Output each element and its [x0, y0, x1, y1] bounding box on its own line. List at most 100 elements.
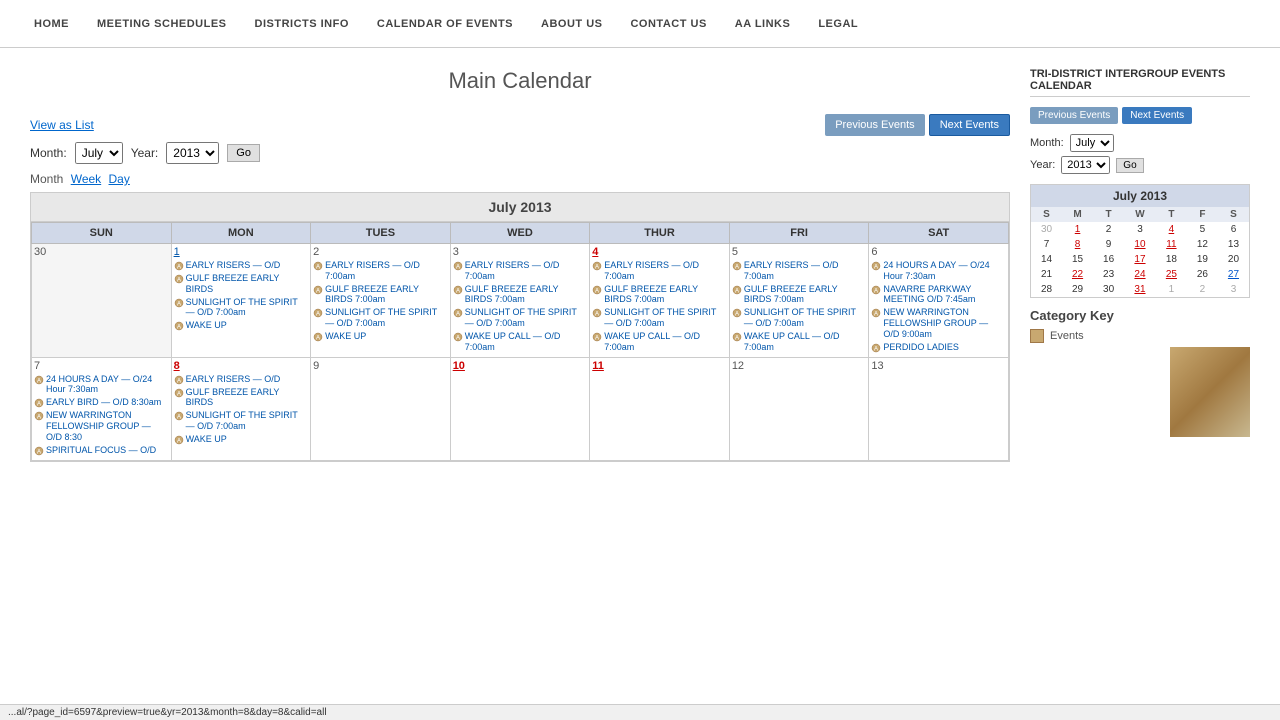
- mini-cal-day[interactable]: 2: [1093, 222, 1124, 237]
- mini-cal-day[interactable]: 31: [1124, 282, 1156, 297]
- table-row[interactable]: 9: [311, 357, 451, 460]
- mini-cal-day[interactable]: 14: [1031, 252, 1062, 267]
- nav-item-home[interactable]: HOME: [20, 18, 83, 30]
- list-item: AWAKE UP CALL — O/D 7:00am: [732, 331, 867, 353]
- sidebar-month-select[interactable]: July: [1070, 134, 1114, 152]
- table-row[interactable]: 10: [450, 357, 590, 460]
- next-events-button[interactable]: Next Events: [929, 114, 1010, 136]
- table-row[interactable]: 7A24 HOURS A DAY — O/24 Hour 7:30amAEARL…: [32, 357, 172, 460]
- mini-cal-day[interactable]: 22: [1062, 267, 1093, 282]
- table-row[interactable]: 1AEARLY RISERS — O/DAGULF BREEZE EARLY B…: [171, 244, 311, 358]
- day-link[interactable]: 1: [174, 246, 180, 258]
- mini-cal-day[interactable]: 9: [1093, 237, 1124, 252]
- view-as-list-link[interactable]: View as List: [30, 118, 94, 132]
- sidebar-prev-button[interactable]: Previous Events: [1030, 107, 1118, 124]
- mini-cal-day[interactable]: 15: [1062, 252, 1093, 267]
- mini-cal-header: S: [1218, 207, 1249, 222]
- mini-cal-day[interactable]: 12: [1187, 237, 1218, 252]
- svg-text:A: A: [735, 288, 739, 294]
- mini-cal-day[interactable]: 8: [1062, 237, 1093, 252]
- mini-cal-day[interactable]: 28: [1031, 282, 1062, 297]
- view-day-link[interactable]: Day: [109, 172, 130, 186]
- view-tabs: Month Week Day: [30, 172, 1010, 186]
- svg-text:A: A: [37, 415, 41, 421]
- mini-cal-day[interactable]: 7: [1031, 237, 1062, 252]
- sidebar-next-button[interactable]: Next Events: [1122, 107, 1192, 124]
- mini-cal-day[interactable]: 17: [1124, 252, 1156, 267]
- go-button[interactable]: Go: [227, 144, 260, 162]
- view-week-link[interactable]: Week: [71, 172, 101, 186]
- day-link[interactable]: 11: [592, 360, 604, 372]
- mini-cal-day[interactable]: 16: [1093, 252, 1124, 267]
- mini-cal-day[interactable]: 24: [1124, 267, 1156, 282]
- mini-cal-day[interactable]: 26: [1187, 267, 1218, 282]
- nav-item-districts-info[interactable]: DISTRICTS INFO: [241, 18, 363, 30]
- day-link[interactable]: 8: [174, 360, 180, 372]
- event-icon: A: [732, 261, 742, 271]
- sidebar-nav-buttons: Previous Events Next Events: [1030, 107, 1250, 124]
- mini-cal-day[interactable]: 20: [1218, 252, 1249, 267]
- mini-cal-day[interactable]: 18: [1156, 252, 1187, 267]
- event-label: SPIRITUAL FOCUS — O/D: [46, 445, 156, 456]
- mini-cal-header: T: [1093, 207, 1124, 222]
- year-label: Year:: [131, 146, 159, 160]
- sidebar-go-button[interactable]: Go: [1116, 158, 1143, 173]
- mini-cal-day[interactable]: 4: [1156, 222, 1187, 237]
- mini-cal-header: T: [1156, 207, 1187, 222]
- table-row[interactable]: 11: [590, 357, 730, 460]
- table-row[interactable]: 2AEARLY RISERS — O/D 7:00amAGULF BREEZE …: [311, 244, 451, 358]
- table-row[interactable]: 30: [32, 244, 172, 358]
- mini-cal-day[interactable]: 6: [1218, 222, 1249, 237]
- cal-month-title: July 2013: [31, 193, 1009, 222]
- mini-cal-day[interactable]: 30: [1093, 282, 1124, 297]
- mini-cal-day[interactable]: 29: [1062, 282, 1093, 297]
- prev-events-button[interactable]: Previous Events: [825, 114, 924, 136]
- day-link[interactable]: 10: [453, 360, 465, 372]
- mini-cal-day[interactable]: 1: [1062, 222, 1093, 237]
- nav-item-contact-us[interactable]: CONTACT US: [616, 18, 720, 30]
- nav-item-calendar-of-events[interactable]: CALENDAR OF EVENTS: [363, 18, 527, 30]
- sidebar-year-select[interactable]: 2013: [1061, 156, 1110, 174]
- mini-cal-day[interactable]: 25: [1156, 267, 1187, 282]
- table-row[interactable]: 8AEARLY RISERS — O/DAGULF BREEZE EARLY B…: [171, 357, 311, 460]
- nav-item-about-us[interactable]: ABOUT US: [527, 18, 616, 30]
- mini-cal-day[interactable]: 30: [1031, 222, 1062, 237]
- event-icon: A: [871, 261, 881, 271]
- mini-cal-day[interactable]: 19: [1187, 252, 1218, 267]
- event-label: SUNLIGHT OF THE SPIRIT — O/D 7:00am: [744, 307, 867, 329]
- sidebar-month-row: Month: July: [1030, 134, 1250, 152]
- mini-cal-day[interactable]: 1: [1156, 282, 1187, 297]
- sidebar-month-year: Month: July Year: 2013 Go: [1030, 134, 1250, 174]
- mini-cal-day[interactable]: 3: [1124, 222, 1156, 237]
- mini-cal-day[interactable]: 27: [1218, 267, 1249, 282]
- mini-cal-day[interactable]: 13: [1218, 237, 1249, 252]
- mini-cal-day[interactable]: 3: [1218, 282, 1249, 297]
- svg-text:A: A: [874, 288, 878, 294]
- month-year-row: Month: July Year: 2013 Go: [30, 142, 1010, 164]
- svg-text:A: A: [735, 265, 739, 271]
- day-link[interactable]: 4: [592, 246, 598, 258]
- month-select[interactable]: July: [75, 142, 123, 164]
- mini-cal-day[interactable]: 2: [1187, 282, 1218, 297]
- table-row[interactable]: 6A24 HOURS A DAY — O/24 Hour 7:30amANAVA…: [869, 244, 1009, 358]
- mini-cal-day[interactable]: 23: [1093, 267, 1124, 282]
- mini-cal-day[interactable]: 21: [1031, 267, 1062, 282]
- mini-cal-day[interactable]: 10: [1124, 237, 1156, 252]
- mini-cal-day[interactable]: 5: [1187, 222, 1218, 237]
- nav-item-aa-links[interactable]: AA LINKS: [721, 18, 805, 30]
- cal-header-fri: FRI: [729, 223, 869, 244]
- nav-item-legal[interactable]: LEGAL: [804, 18, 872, 30]
- event-icon: A: [732, 308, 742, 318]
- table-row[interactable]: 13: [869, 357, 1009, 460]
- event-label: WAKE UP: [186, 320, 227, 331]
- table-row[interactable]: 12: [729, 357, 869, 460]
- table-row[interactable]: 4AEARLY RISERS — O/D 7:00amAGULF BREEZE …: [590, 244, 730, 358]
- list-item: AEARLY RISERS — O/D: [174, 260, 309, 271]
- year-select[interactable]: 2013: [166, 142, 219, 164]
- table-row[interactable]: 3AEARLY RISERS — O/D 7:00amAGULF BREEZE …: [450, 244, 590, 358]
- table-row[interactable]: 5AEARLY RISERS — O/D 7:00amAGULF BREEZE …: [729, 244, 869, 358]
- list-item: ASUNLIGHT OF THE SPIRIT — O/D 7:00am: [453, 307, 588, 329]
- mini-cal-day[interactable]: 11: [1156, 237, 1187, 252]
- nav-item-meeting-schedules[interactable]: MEETING SCHEDULES: [83, 18, 241, 30]
- event-label: SUNLIGHT OF THE SPIRIT — O/D 7:00am: [604, 307, 727, 329]
